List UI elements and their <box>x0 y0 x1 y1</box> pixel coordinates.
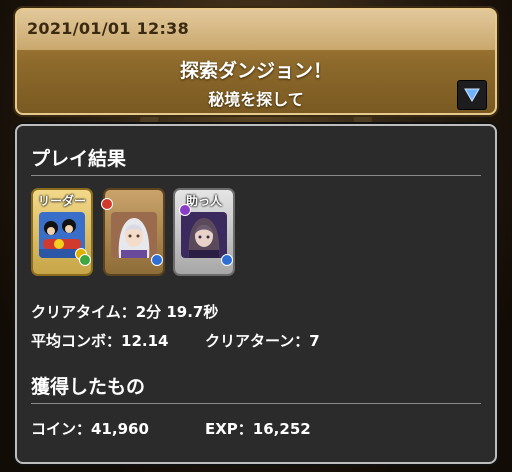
attribute-wood-icon <box>79 254 91 266</box>
clear-time: クリアタイム：2分 19.7秒 <box>31 303 219 321</box>
dark-haired-girl-portrait-icon <box>181 212 227 258</box>
average-combo: 平均コンボ：12.14 <box>31 332 169 350</box>
triangle-down-icon <box>464 88 480 102</box>
attribute-water-icon <box>221 254 233 266</box>
card-label-leader: リーダー <box>37 194 86 208</box>
dungeon-subtitle: 秘境を探して <box>208 90 304 109</box>
exp-earned: EXP：16,252 <box>205 420 311 438</box>
attribute-dark-icon <box>179 204 191 216</box>
team-card-leader[interactable]: リーダー <box>31 188 93 276</box>
attribute-water-icon <box>151 254 163 266</box>
result-panel: プレイ結果 リーダー 助っ人 クリアタイム：2分 19.7秒 平均コンボ：12.… <box>15 124 497 464</box>
rewards-divider <box>31 403 481 404</box>
team-card-helper[interactable]: 助っ人 <box>173 188 235 276</box>
attribute-fire-icon <box>101 198 113 210</box>
dungeon-header[interactable]: 2021/01/01 12:38 探索ダンジョン！ 秘境を探して <box>15 8 497 115</box>
result-divider <box>31 175 481 176</box>
timestamp: 2021/01/01 12:38 <box>27 19 190 38</box>
coins-earned: コイン：41,960 <box>31 420 149 438</box>
clear-turns: クリアターン：7 <box>205 332 320 350</box>
team-card-member[interactable] <box>101 188 165 276</box>
silver-haired-girl-portrait-icon <box>111 212 157 258</box>
dungeon-name: 探索ダンジョン！ <box>179 60 332 82</box>
rewards-title: 獲得したもの <box>31 376 146 398</box>
result-title: プレイ結果 <box>31 148 127 170</box>
expand-button[interactable] <box>457 80 487 110</box>
